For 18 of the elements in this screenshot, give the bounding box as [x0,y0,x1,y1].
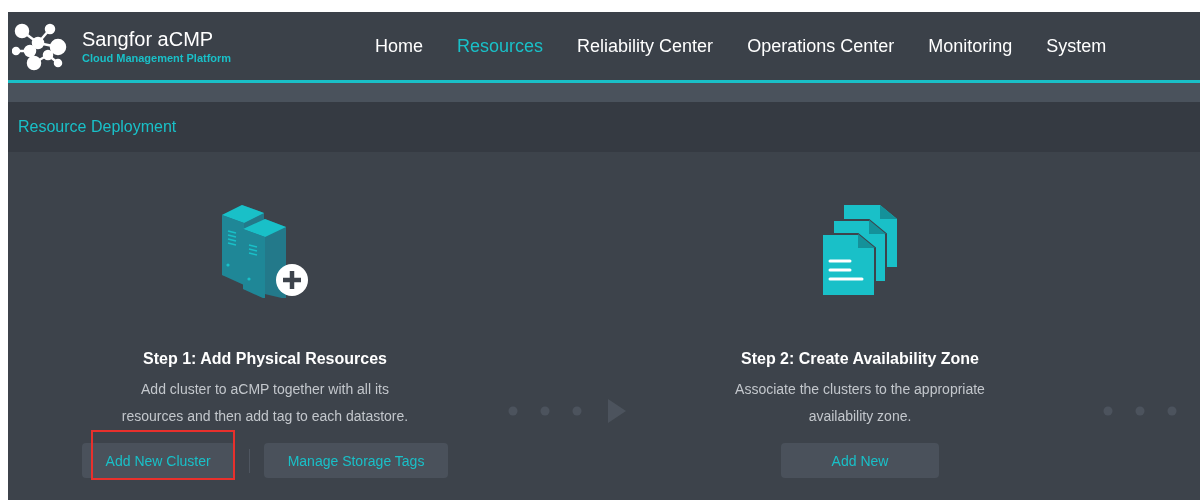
section-title: Resource Deployment [18,118,177,136]
servers-add-icon [220,202,310,298]
nav-tab[interactable]: System [1029,12,1124,83]
nav-tab[interactable]: Operations Center [730,12,912,83]
step-title: Step 2: Create Availability Zone [741,350,979,368]
step-action-button[interactable]: Add New [781,443,939,478]
product-subtitle: Cloud Management Platform [82,52,232,64]
step-action-button[interactable]: Manage Storage Tags [263,443,449,478]
nav-tab[interactable]: Reliability Center [560,12,731,83]
nav-tab[interactable]: Monitoring [911,12,1030,83]
step-description: Add cluster to aCMP together with all its resources and then add tag to each datastore. [120,380,410,426]
step-description: Associate the clusters to the appropriate availability zone. [734,380,986,426]
step-action-button[interactable]: Add New Cluster [81,443,235,478]
documents-icon [820,202,900,298]
nav-tab[interactable]: Home [358,12,440,83]
step-title: Step 1: Add Physical Resources [143,350,387,368]
product-name: Sangfor aCMP [82,28,215,50]
logo-icon [12,21,68,71]
